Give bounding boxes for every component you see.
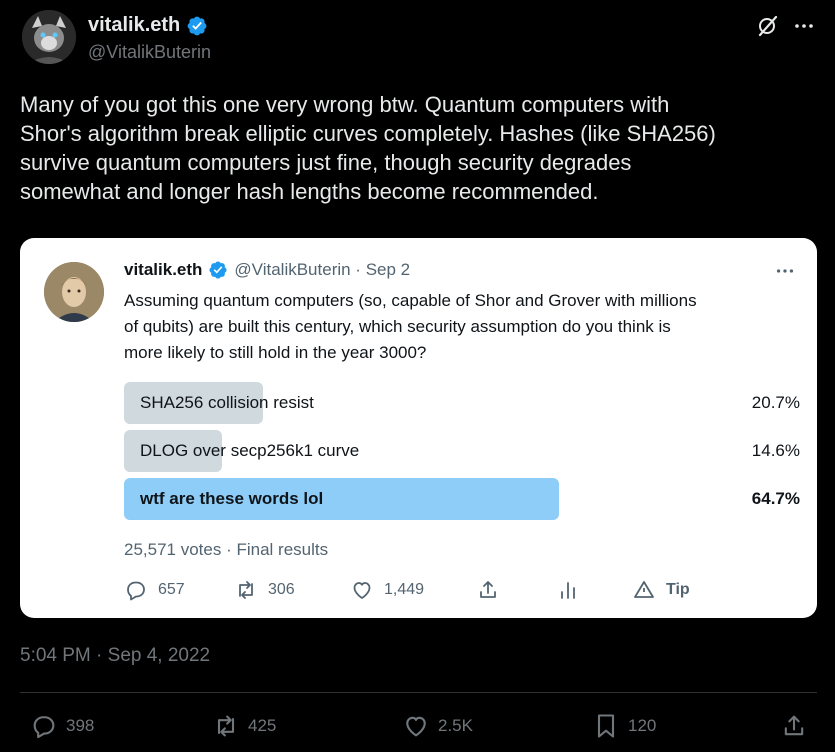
like-count: 2.5K [438,716,473,735]
reply-button[interactable]: 398 [30,712,94,740]
more-icon[interactable] [792,14,816,38]
quoted-header: vitalik.eth @VitalikButerin · Sep 2 [124,260,410,280]
quoted-display-name[interactable]: vitalik.eth [124,260,202,280]
retweet-icon [217,715,235,737]
retweet-count: 425 [248,716,277,735]
quoted-tip-label: Tip [666,581,690,598]
tweet-text: Many of you got this one very wrong btw.… [20,92,716,204]
quoted-reply-count: 657 [158,581,185,598]
analytics-icon [561,582,575,599]
share-button[interactable] [780,712,808,740]
tweet-action-bar: 398 425 2.5K 120 [20,708,817,744]
verified-badge-icon [209,261,227,279]
reply-icon [127,581,145,601]
author-display-name[interactable]: vitalik.eth [88,14,180,37]
quoted-reply-button[interactable]: 657 [124,578,185,602]
bookmark-button[interactable]: 120 [592,712,656,740]
bookmark-count: 120 [628,716,657,735]
reply-icon [33,716,55,739]
heart-icon [406,716,426,737]
quoted-action-bar: 657 306 1,449 Tip [124,578,724,608]
share-icon [784,715,804,736]
poll-option-label: DLOG over secp256k1 curve [140,441,360,460]
verified-badge-icon [187,16,207,35]
quoted-retweet-button[interactable]: 306 [234,578,295,602]
poll-option: SHA256 collision resist 20.7% [124,382,800,424]
heart-icon [353,582,371,599]
quoted-like-count: 1,449 [384,581,425,598]
grok-icon[interactable] [756,14,780,38]
author-handle[interactable]: @VitalikButerin [88,42,211,63]
poll-option-percent: 64.7% [751,489,800,508]
poll-option-label: SHA256 collision resist [140,393,314,412]
retweet-button[interactable]: 425 [212,712,276,740]
tweet-timestamp[interactable]: 5:04 PM · Sep 4, 2022 [20,645,210,667]
quoted-share-button[interactable] [476,578,500,602]
quoted-handle-date[interactable]: @VitalikButerin · Sep 2 [234,260,410,280]
quoted-retweet-count: 306 [268,581,295,598]
quoted-tweet-text: Assuming quantum computers (so, capable … [124,291,697,362]
retweet-icon [239,581,253,599]
like-button[interactable]: 2.5K [402,712,473,740]
author-avatar[interactable] [22,10,76,64]
poll-option-percent: 14.6% [751,441,800,460]
reply-count: 398 [66,716,95,735]
quoted-analytics-button[interactable] [556,578,580,602]
more-icon[interactable] [774,260,796,282]
share-icon [480,581,496,598]
poll-option: DLOG over secp256k1 curve 14.6% [124,430,800,472]
poll-option: wtf are these words lol 64.7% [124,478,800,520]
quoted-tweet-card[interactable]: vitalik.eth @VitalikButerin · Sep 2 Assu… [20,238,817,618]
tip-icon [634,581,654,598]
divider [20,692,817,693]
poll-option-label: wtf are these words lol [140,489,324,508]
poll-meta: 25,571 votes · Final results [124,540,329,559]
author-name-row[interactable]: vitalik.eth [88,14,208,37]
quoted-tip-button[interactable]: Tip [632,578,690,602]
bookmark-icon [597,714,615,738]
quoted-author-avatar[interactable] [44,262,104,322]
quoted-like-button[interactable]: 1,449 [350,578,424,602]
poll-option-percent: 20.7% [751,393,800,412]
